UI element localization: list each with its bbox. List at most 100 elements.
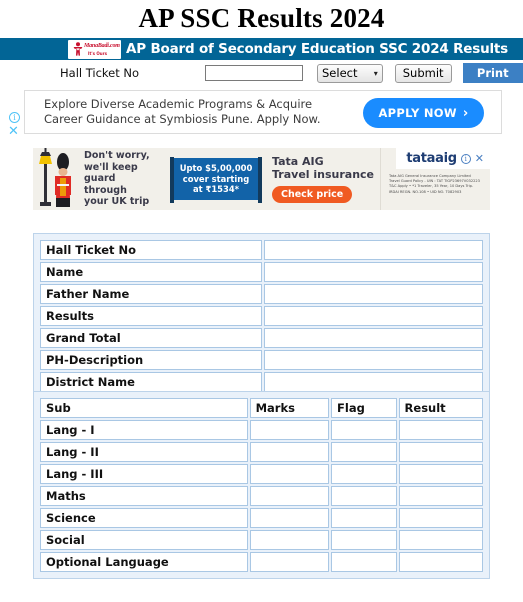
top-advertisement[interactable]: Explore Diverse Academic Programs & Acqu…: [0, 90, 523, 142]
hall-ticket-input[interactable]: [205, 65, 303, 81]
chevron-down-icon: ▾: [373, 68, 378, 78]
cell-marks: [249, 420, 330, 440]
cell-marks: [249, 442, 330, 462]
guard-lamppost-icon: [39, 148, 71, 207]
cell-subject: Social: [40, 530, 248, 550]
cell-subject: Lang - I: [40, 420, 248, 440]
cell-result: [398, 530, 483, 550]
row-label: Grand Total: [40, 328, 262, 348]
headline-line3: through: [84, 184, 127, 196]
row-label: PH-Description: [40, 350, 262, 370]
table-row: Grand Total: [40, 328, 483, 348]
table-row: Results: [40, 306, 483, 326]
cell-result: [398, 420, 483, 440]
row-label: Father Name: [40, 284, 262, 304]
table-row: Lang - I: [40, 420, 483, 440]
banner-line2: cover starting: [182, 173, 250, 184]
cell-marks: [249, 530, 330, 550]
banner-line3: at ₹1534*: [192, 184, 240, 195]
district-select[interactable]: Select ▾: [317, 63, 383, 83]
submit-button[interactable]: Submit: [394, 63, 452, 83]
cell-marks: [249, 552, 330, 572]
table-row: PH-Description: [40, 350, 483, 370]
cell-result: [398, 486, 483, 506]
subject-marks-table: Sub Marks Flag Result Lang - I Lang - II: [38, 396, 485, 574]
cell-result: [398, 442, 483, 462]
subject-marks-panel: Sub Marks Flag Result Lang - I Lang - II: [33, 391, 490, 579]
banner-line1: Upto $5,00,000: [179, 163, 253, 174]
row-label: Hall Ticket No: [40, 240, 262, 260]
coverage-banner: Upto $5,00,000 cover starting at ₹1534*: [170, 157, 262, 204]
banner-pole-right: [258, 157, 262, 204]
logo-wordmark: ManaBadi.com: [84, 42, 120, 49]
cell-flag: [331, 442, 397, 462]
cell-subject: Maths: [40, 486, 248, 506]
column-header-flag: Flag: [331, 398, 397, 418]
manabadi-logo[interactable]: ManaBadi.com It's Ours: [68, 39, 121, 59]
bottom-ad-headline: Don't worry, we'll keep guard through yo…: [84, 150, 166, 208]
table-row: District Name: [40, 372, 483, 392]
cell-subject: Optional Language: [40, 552, 248, 572]
table-row: Science: [40, 508, 483, 528]
cell-flag: [331, 486, 397, 506]
person-icon: [73, 41, 83, 56]
row-label: Results: [40, 306, 262, 326]
bottom-advertisement[interactable]: Don't worry, we'll keep guard through yo…: [33, 148, 490, 210]
cell-marks: [249, 464, 330, 484]
row-value: [264, 284, 483, 304]
banner-pole-left: [170, 157, 174, 204]
column-header-result: Result: [398, 398, 483, 418]
brand-block: Tata AIG Travel insurance Check price: [272, 155, 380, 203]
page-root: AP SSC Results 2024 ManaBadi.com It's Ou…: [0, 0, 523, 602]
board-header-title: AP Board of Secondary Education SSC 2024…: [126, 41, 508, 57]
fine-line3: T&C Apply • *1 Traveler, 35 Year, 10 Day…: [389, 184, 474, 189]
cell-result: [398, 464, 483, 484]
cell-subject: Science: [40, 508, 248, 528]
row-value: [264, 306, 483, 326]
print-button[interactable]: Print: [462, 63, 523, 83]
ad-close-icon[interactable]: ✕: [475, 153, 484, 164]
cell-subject: Lang - III: [40, 464, 248, 484]
royal-guard-illustration: [33, 148, 81, 210]
cell-marks: [249, 508, 330, 528]
row-value: [264, 350, 483, 370]
table-row: Father Name: [40, 284, 483, 304]
cell-flag: [331, 508, 397, 528]
apply-now-button[interactable]: APPLY NOW ›: [363, 98, 484, 128]
row-label: Name: [40, 262, 262, 282]
chevron-right-icon: ›: [462, 105, 469, 121]
column-header-sub: Sub: [40, 398, 248, 418]
subject-marks-body: Sub Marks Flag Result Lang - I Lang - II: [40, 398, 483, 572]
row-value: [264, 240, 483, 260]
cell-result: [398, 508, 483, 528]
table-row: Optional Language: [40, 552, 483, 572]
cell-flag: [331, 530, 397, 550]
student-details-panel: Hall Ticket No Name Father Name Results …: [33, 233, 490, 399]
page-title: AP SSC Results 2024: [138, 3, 385, 33]
ad-info-icon[interactable]: i: [9, 112, 20, 123]
cell-flag: [331, 464, 397, 484]
table-row: Name: [40, 262, 483, 282]
brand-line2: Travel insurance: [272, 168, 375, 181]
check-price-button[interactable]: Check price: [272, 186, 353, 203]
ad-info-icon[interactable]: i: [460, 153, 471, 164]
ad-fine-print: Tata AIG General Insurance Company Limit…: [389, 174, 480, 195]
row-value: [264, 372, 483, 392]
cell-flag: [331, 552, 397, 572]
top-ad-line2: Career Guidance at Symbiosis Pune. Apply…: [44, 112, 321, 126]
top-ad-box[interactable]: Explore Diverse Academic Programs & Acqu…: [24, 90, 502, 134]
tataaig-logo-pill: tataaig i ✕: [396, 148, 490, 169]
top-ad-text: Explore Diverse Academic Programs & Acqu…: [44, 97, 321, 127]
table-row: Maths: [40, 486, 483, 506]
top-ad-line1: Explore Diverse Academic Programs & Acqu…: [44, 97, 313, 111]
hall-ticket-label: Hall Ticket No: [60, 66, 140, 80]
cell-subject: Lang - II: [40, 442, 248, 462]
logo-tagline: It's Ours: [88, 50, 107, 56]
table-row: Lang - II: [40, 442, 483, 462]
ad-close-icon[interactable]: ✕: [8, 125, 19, 138]
cell-result: [398, 552, 483, 572]
student-details-body: Hall Ticket No Name Father Name Results …: [40, 240, 483, 392]
district-select-value: Select: [322, 66, 358, 80]
headline-line1: Don't worry,: [84, 150, 150, 162]
row-value: [264, 262, 483, 282]
